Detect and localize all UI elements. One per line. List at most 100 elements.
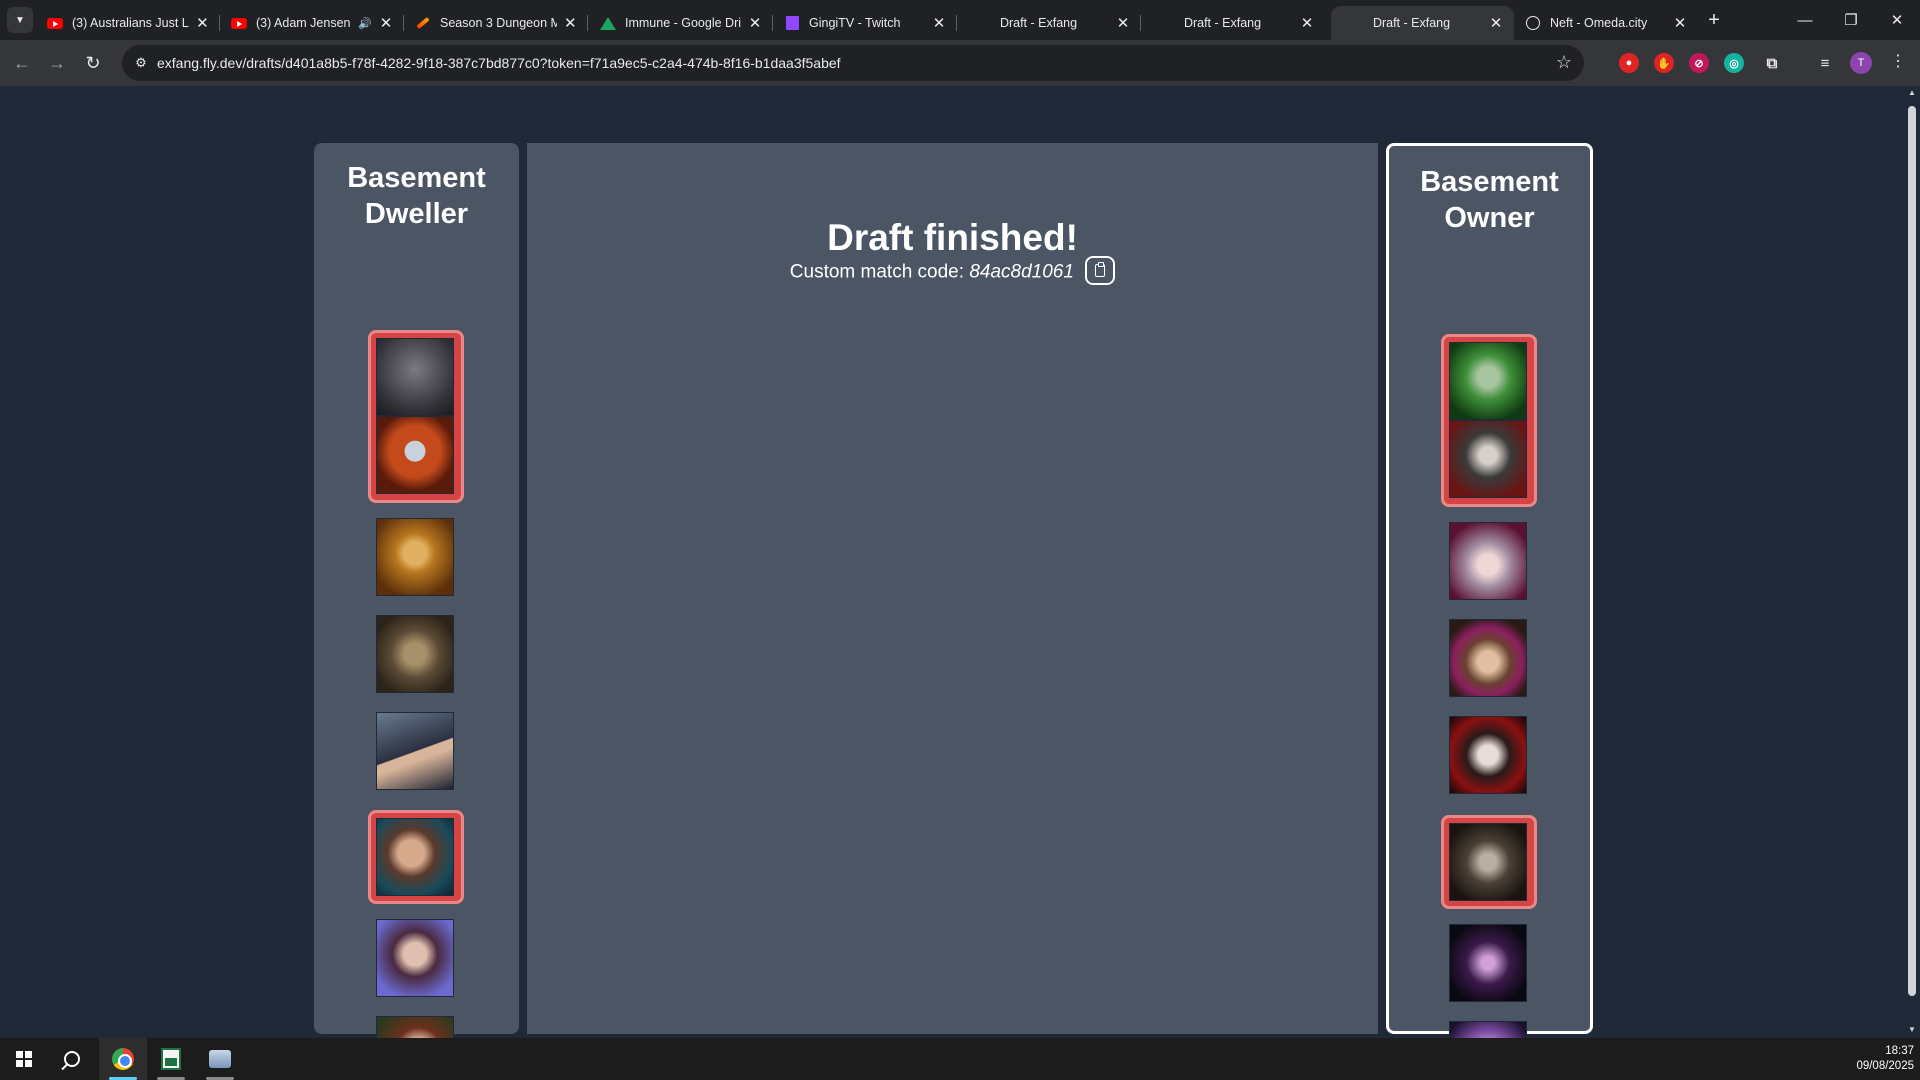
bookmark-star-icon[interactable]: ☆ (1556, 52, 1572, 73)
close-tab-icon[interactable]: ✕ (378, 14, 394, 32)
clipboard-icon (1095, 262, 1106, 277)
close-tab-icon[interactable]: ✕ (563, 14, 578, 32)
browser-tab[interactable]: Draft - Exfang ✕ (958, 6, 1141, 40)
clock-time: 18:37 (1885, 1045, 1914, 1057)
taskbar-chrome[interactable] (99, 1038, 147, 1080)
hero-portrait (376, 818, 454, 896)
close-tab-icon[interactable]: ✕ (931, 14, 947, 32)
tab-separator (772, 15, 773, 31)
taskbar-spreadsheet[interactable] (147, 1038, 195, 1080)
tab-title: GingiTV - Twitch (809, 16, 901, 30)
spreadsheet-icon (161, 1048, 181, 1070)
tab-separator (1140, 15, 1141, 31)
page-title: Draft finished! (827, 217, 1078, 258)
close-tab-icon[interactable]: ✕ (195, 14, 210, 32)
hero-portrait (376, 518, 454, 596)
chevron-down-icon: ▼ (15, 14, 25, 26)
hero-portrait (1449, 522, 1527, 600)
site-info-icon[interactable]: ⚙ (132, 54, 150, 72)
taskbar-app[interactable] (196, 1038, 244, 1080)
youtube-icon (231, 15, 247, 31)
hero-portrait (1449, 420, 1527, 498)
extension-icon[interactable]: ◎ (1724, 53, 1744, 73)
match-code-line: Custom match code: 84ac8d1061 (527, 256, 1378, 287)
close-tab-icon[interactable]: ✕ (1299, 14, 1315, 32)
match-code-label: Custom match code: (789, 261, 965, 283)
media-controls-icon[interactable]: ≡ (1815, 53, 1835, 73)
tab-separator (403, 15, 404, 31)
search-icon (64, 1051, 80, 1067)
browser-tab[interactable]: (3) Australians Just Lo ✕ (37, 6, 220, 40)
hero-portrait (376, 712, 454, 790)
reload-icon[interactable]: ↻ (81, 51, 105, 75)
restore-icon[interactable]: ❐ (1828, 0, 1874, 40)
browser-tab[interactable]: Neft - Omeda.city ✕ (1515, 6, 1698, 40)
hero-portrait (1449, 342, 1527, 420)
start-button[interactable] (0, 1038, 48, 1080)
tab-title: Season 3 Dungeon M (440, 16, 557, 30)
tab-title: Draft - Exfang (999, 16, 1078, 30)
hero-portrait (376, 919, 454, 997)
browser-tab[interactable]: Immune - Google Dri ✕ (590, 6, 773, 40)
browser-tab-active[interactable]: Draft - Exfang ✕ (1331, 6, 1514, 40)
close-tab-icon[interactable]: ✕ (1488, 14, 1504, 32)
tab-strip: ▼ (3) Australians Just Lo ✕ (3) Adam Jen… (0, 0, 1920, 40)
extension-icon[interactable]: ✋ (1654, 53, 1674, 73)
team-name: Basement Owner (1420, 166, 1559, 234)
tab-title: (3) Australians Just Lo (72, 16, 189, 30)
close-window-icon[interactable]: ✕ (1874, 0, 1920, 40)
chrome-icon (112, 1048, 134, 1070)
google-drive-icon (600, 15, 616, 31)
globe-icon (1525, 15, 1541, 31)
feather-icon (415, 15, 431, 31)
browser-tab[interactable]: Draft - Exfang ✕ (1142, 6, 1325, 40)
browser-tab[interactable]: GingiTV - Twitch ✕ (774, 6, 957, 40)
team-name: Basement Dweller (347, 162, 486, 230)
scroll-up-icon[interactable]: ▲ (1907, 88, 1917, 98)
copy-code-button[interactable] (1085, 256, 1116, 285)
app-icon (209, 1050, 231, 1068)
url-text[interactable]: exfang.fly.dev/drafts/d401a8b5-f78f-4282… (157, 55, 841, 71)
hero-portrait (376, 416, 454, 494)
page-scrollbar[interactable]: ▲ ▼ (1904, 86, 1920, 1038)
windows-icon (16, 1051, 32, 1067)
back-icon[interactable]: ← (10, 51, 34, 75)
page-viewport: Basement Dweller Draft finished! Custom … (0, 86, 1920, 1080)
clock-date: 09/08/2025 (1856, 1060, 1914, 1072)
scroll-down-icon[interactable]: ▼ (1907, 1025, 1917, 1035)
hero-portrait (1449, 619, 1527, 697)
windows-taskbar: 18:37 09/08/2025 (0, 1038, 1920, 1080)
tab-title: (3) Adam Jensen (256, 16, 351, 30)
tab-title: Immune - Google Dri (625, 16, 741, 30)
minimize-icon[interactable]: — (1782, 0, 1828, 40)
browser-tab[interactable]: (3) Adam Jensen 🔊 ✕ (221, 6, 404, 40)
hero-portrait (1449, 924, 1527, 1002)
profile-avatar[interactable]: T (1850, 52, 1872, 74)
forward-icon[interactable]: → (45, 51, 69, 75)
search-button[interactable] (48, 1038, 96, 1080)
close-tab-icon[interactable]: ✕ (1115, 14, 1131, 32)
scrollbar-thumb[interactable] (1908, 106, 1916, 996)
browser-tab[interactable]: Season 3 Dungeon M ✕ (405, 6, 588, 40)
right-team-panel: Basement Owner (1386, 143, 1593, 1080)
puzzle-icon[interactable]: ⧉ (1762, 53, 1782, 73)
extension-icon[interactable]: ⊘ (1689, 53, 1709, 73)
left-team-panel: Basement Dweller (314, 143, 519, 1080)
system-clock[interactable]: 18:37 09/08/2025 (1856, 1044, 1914, 1074)
twitch-icon (784, 15, 800, 31)
tab-separator (219, 15, 220, 31)
new-tab-button[interactable]: + (1702, 8, 1726, 32)
hero-portrait (376, 338, 454, 416)
address-bar[interactable]: ⚙ exfang.fly.dev/drafts/d401a8b5-f78f-42… (122, 45, 1584, 81)
tab-separator (956, 15, 957, 31)
close-tab-icon[interactable]: ✕ (1672, 14, 1688, 32)
more-menu-icon[interactable]: ⋮ (1890, 51, 1906, 71)
extension-icon[interactable]: ● (1619, 53, 1639, 73)
tab-search-button[interactable]: ▼ (7, 7, 33, 33)
hero-portrait (1449, 716, 1527, 794)
match-code-value[interactable]: 84ac8d1061 (969, 262, 1074, 283)
close-tab-icon[interactable]: ✕ (747, 14, 763, 32)
hero-portrait (1449, 823, 1527, 901)
tab-title: Draft - Exfang (1183, 16, 1262, 30)
speaker-icon[interactable]: 🔊 (358, 17, 372, 30)
